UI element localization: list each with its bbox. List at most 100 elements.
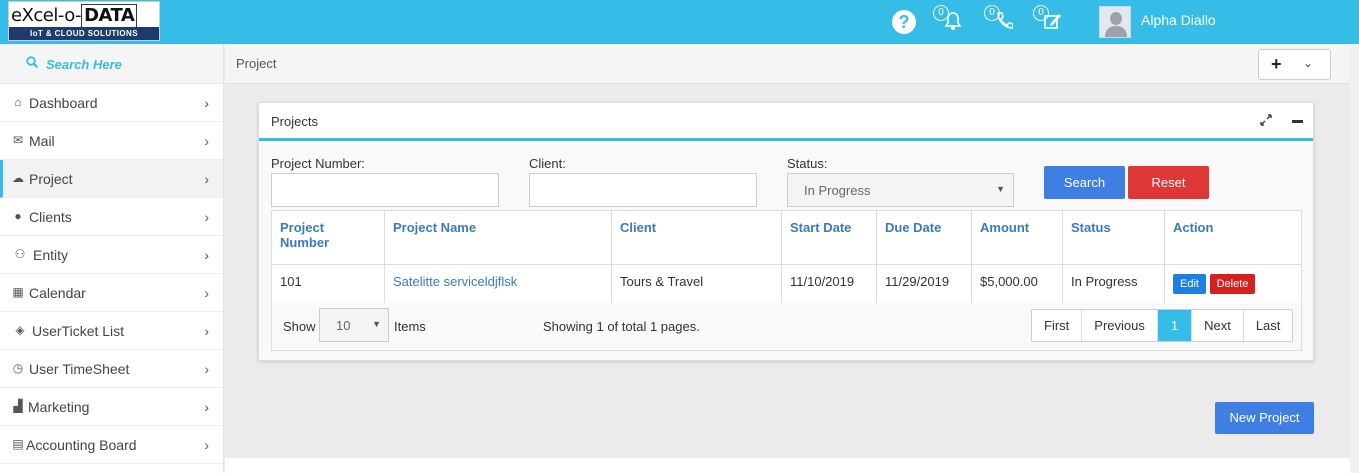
edit-button[interactable]: Edit [1173,274,1206,294]
reset-button[interactable]: Reset [1128,166,1209,199]
search-icon [26,56,38,68]
sidebar-item-project[interactable]: ☁ Project › [0,160,223,198]
status-select-value: In Progress [804,183,871,198]
chevron-right-icon: › [204,209,209,225]
pagination-summary: Showing 1 of total 1 pages. [543,319,700,334]
brand-logo[interactable]: eXcel-o- DATA IoT & CLOUD SOLUTIONS [8,1,160,41]
chevron-right-icon: › [204,361,209,377]
cell-action: Edit Delete [1164,264,1302,304]
status-select[interactable]: In Progress ▼ [787,173,1014,207]
home-icon: ⌂ [14,95,22,109]
pager-last[interactable]: Last [1244,310,1293,341]
top-bar: eXcel-o- DATA IoT & CLOUD SOLUTIONS ? 0 0… [0,0,1359,44]
client-field[interactable] [529,173,757,207]
help-icon[interactable]: ? [892,10,916,34]
sidebar-item-label: Clients [29,209,72,225]
search-button[interactable]: Search [1044,166,1125,199]
calculator-icon: ▤ [12,437,24,451]
avatar[interactable] [1099,6,1131,38]
panel-body: Project Number: Client: Status: In Progr… [259,141,1313,360]
bell-icon[interactable] [944,11,962,31]
pager-first[interactable]: First [1032,310,1083,341]
column-header-action: Action [1164,210,1302,265]
envelope-icon: ✉ [12,133,24,147]
sidebar-item-entity[interactable]: ⚇ Entity › [0,236,223,274]
sidebar-item-marketing[interactable]: ▟ Marketing › [0,388,223,426]
column-header-amount[interactable]: Amount [971,210,1063,265]
calendar-icon: ▦ [12,285,24,299]
ticket-icon: ◈ [15,323,25,337]
page-size-value: 10 [336,318,351,333]
page-size-select[interactable]: 10 ▼ [319,308,389,342]
chevron-right-icon: › [204,95,209,111]
delete-button[interactable]: Delete [1209,274,1256,294]
sidebar-item-accounting-board[interactable]: ▤ Accounting Board › [0,426,223,464]
new-project-button[interactable]: New Project [1215,402,1314,434]
cell-due-date: 11/29/2019 [876,264,972,304]
status-label: Status: [787,156,828,171]
chevron-right-icon: › [204,133,209,149]
user-name[interactable]: Alpha Diallo [1141,12,1216,28]
cell-start-date: 11/10/2019 [781,264,877,304]
chevron-down-icon: ▼ [372,319,381,329]
cell-project-name: Satelitte serviceldjflsk [384,264,612,304]
table-header-row: Project Number Project Name Client Start… [271,210,1302,265]
pager-previous[interactable]: Previous [1082,310,1158,341]
sidebar-item-label: UserTicket List [32,323,125,339]
breadcrumb[interactable]: Project [236,56,276,71]
breadcrumb-bar: Project + ⌄ [225,44,1359,84]
projects-table: Project Number Project Name Client Start… [271,210,1302,304]
table-footer: Show 10 ▼ Items Showing 1 of total 1 pag… [271,303,1302,351]
items-label: Items [394,319,426,334]
project-number-label: Project Number: [271,156,365,171]
sidebar: Search Here ⌂ Dashboard › ✉ Mail › ☁ Pro… [0,44,224,473]
sidebar-search[interactable]: Search Here [0,44,223,84]
sidebar-item-mail[interactable]: ✉ Mail › [0,122,223,160]
pager-current-page[interactable]: 1 [1157,310,1193,341]
column-header-client[interactable]: Client [611,210,782,265]
sidebar-item-calendar[interactable]: ▦ Calendar › [0,274,223,312]
pager-next[interactable]: Next [1192,310,1244,341]
collapse-icon[interactable] [1292,120,1303,123]
page-scrollbar[interactable] [1350,44,1359,473]
chevron-right-icon: › [204,171,209,187]
sidebar-item-label: Dashboard [29,95,98,111]
table-row: 101 Satelitte serviceldjflsk Tours & Tra… [271,264,1302,304]
column-header-status[interactable]: Status [1062,210,1165,265]
add-menu-button[interactable]: + ⌄ [1258,49,1331,80]
chevron-right-icon: › [204,399,209,415]
phone-icon[interactable] [995,11,1013,31]
chevron-right-icon: › [204,323,209,339]
bar-chart-icon: ▟ [13,399,23,413]
sidebar-item-user-timesheet[interactable]: ◷ User TimeSheet › [0,350,223,388]
project-name-link[interactable]: Satelitte serviceldjflsk [393,274,517,289]
search-label: Search Here [46,57,122,72]
panel-header: Projects [259,103,1313,141]
client-label: Client: [529,156,566,171]
chevron-down-icon: ▼ [996,184,1005,194]
sidebar-item-dashboard[interactable]: ⌂ Dashboard › [0,84,223,122]
projects-panel: Projects Project Number: Client: Status:… [258,102,1314,361]
sidebar-item-clients[interactable]: ● Clients › [0,198,223,236]
expand-icon[interactable] [1259,113,1273,127]
show-label: Show [283,319,316,334]
panel-title: Projects [271,114,318,129]
logo-tagline: IoT & CLOUD SOLUTIONS [9,27,159,40]
users-icon: ⚇ [14,247,26,261]
project-number-field[interactable] [271,173,499,207]
column-header-project-number[interactable]: Project Number [271,210,385,265]
user-icon: ● [14,209,22,223]
sidebar-item-userticket-list[interactable]: ◈ UserTicket List › [0,312,223,350]
cell-client: Tours & Travel [611,264,782,304]
cloud-icon: ☁ [12,171,24,185]
logo-wordmark: eXcel-o- DATA [11,4,138,28]
content-footer [225,458,1350,473]
edit-note-icon[interactable] [1044,11,1062,31]
sidebar-item-label: Entity [33,247,69,263]
column-header-due-date[interactable]: Due Date [876,210,972,265]
cell-status: In Progress [1062,264,1165,304]
plus-icon: + [1271,54,1282,74]
clock-icon: ◷ [12,361,24,375]
column-header-project-name[interactable]: Project Name [384,210,612,265]
column-header-start-date[interactable]: Start Date [781,210,877,265]
